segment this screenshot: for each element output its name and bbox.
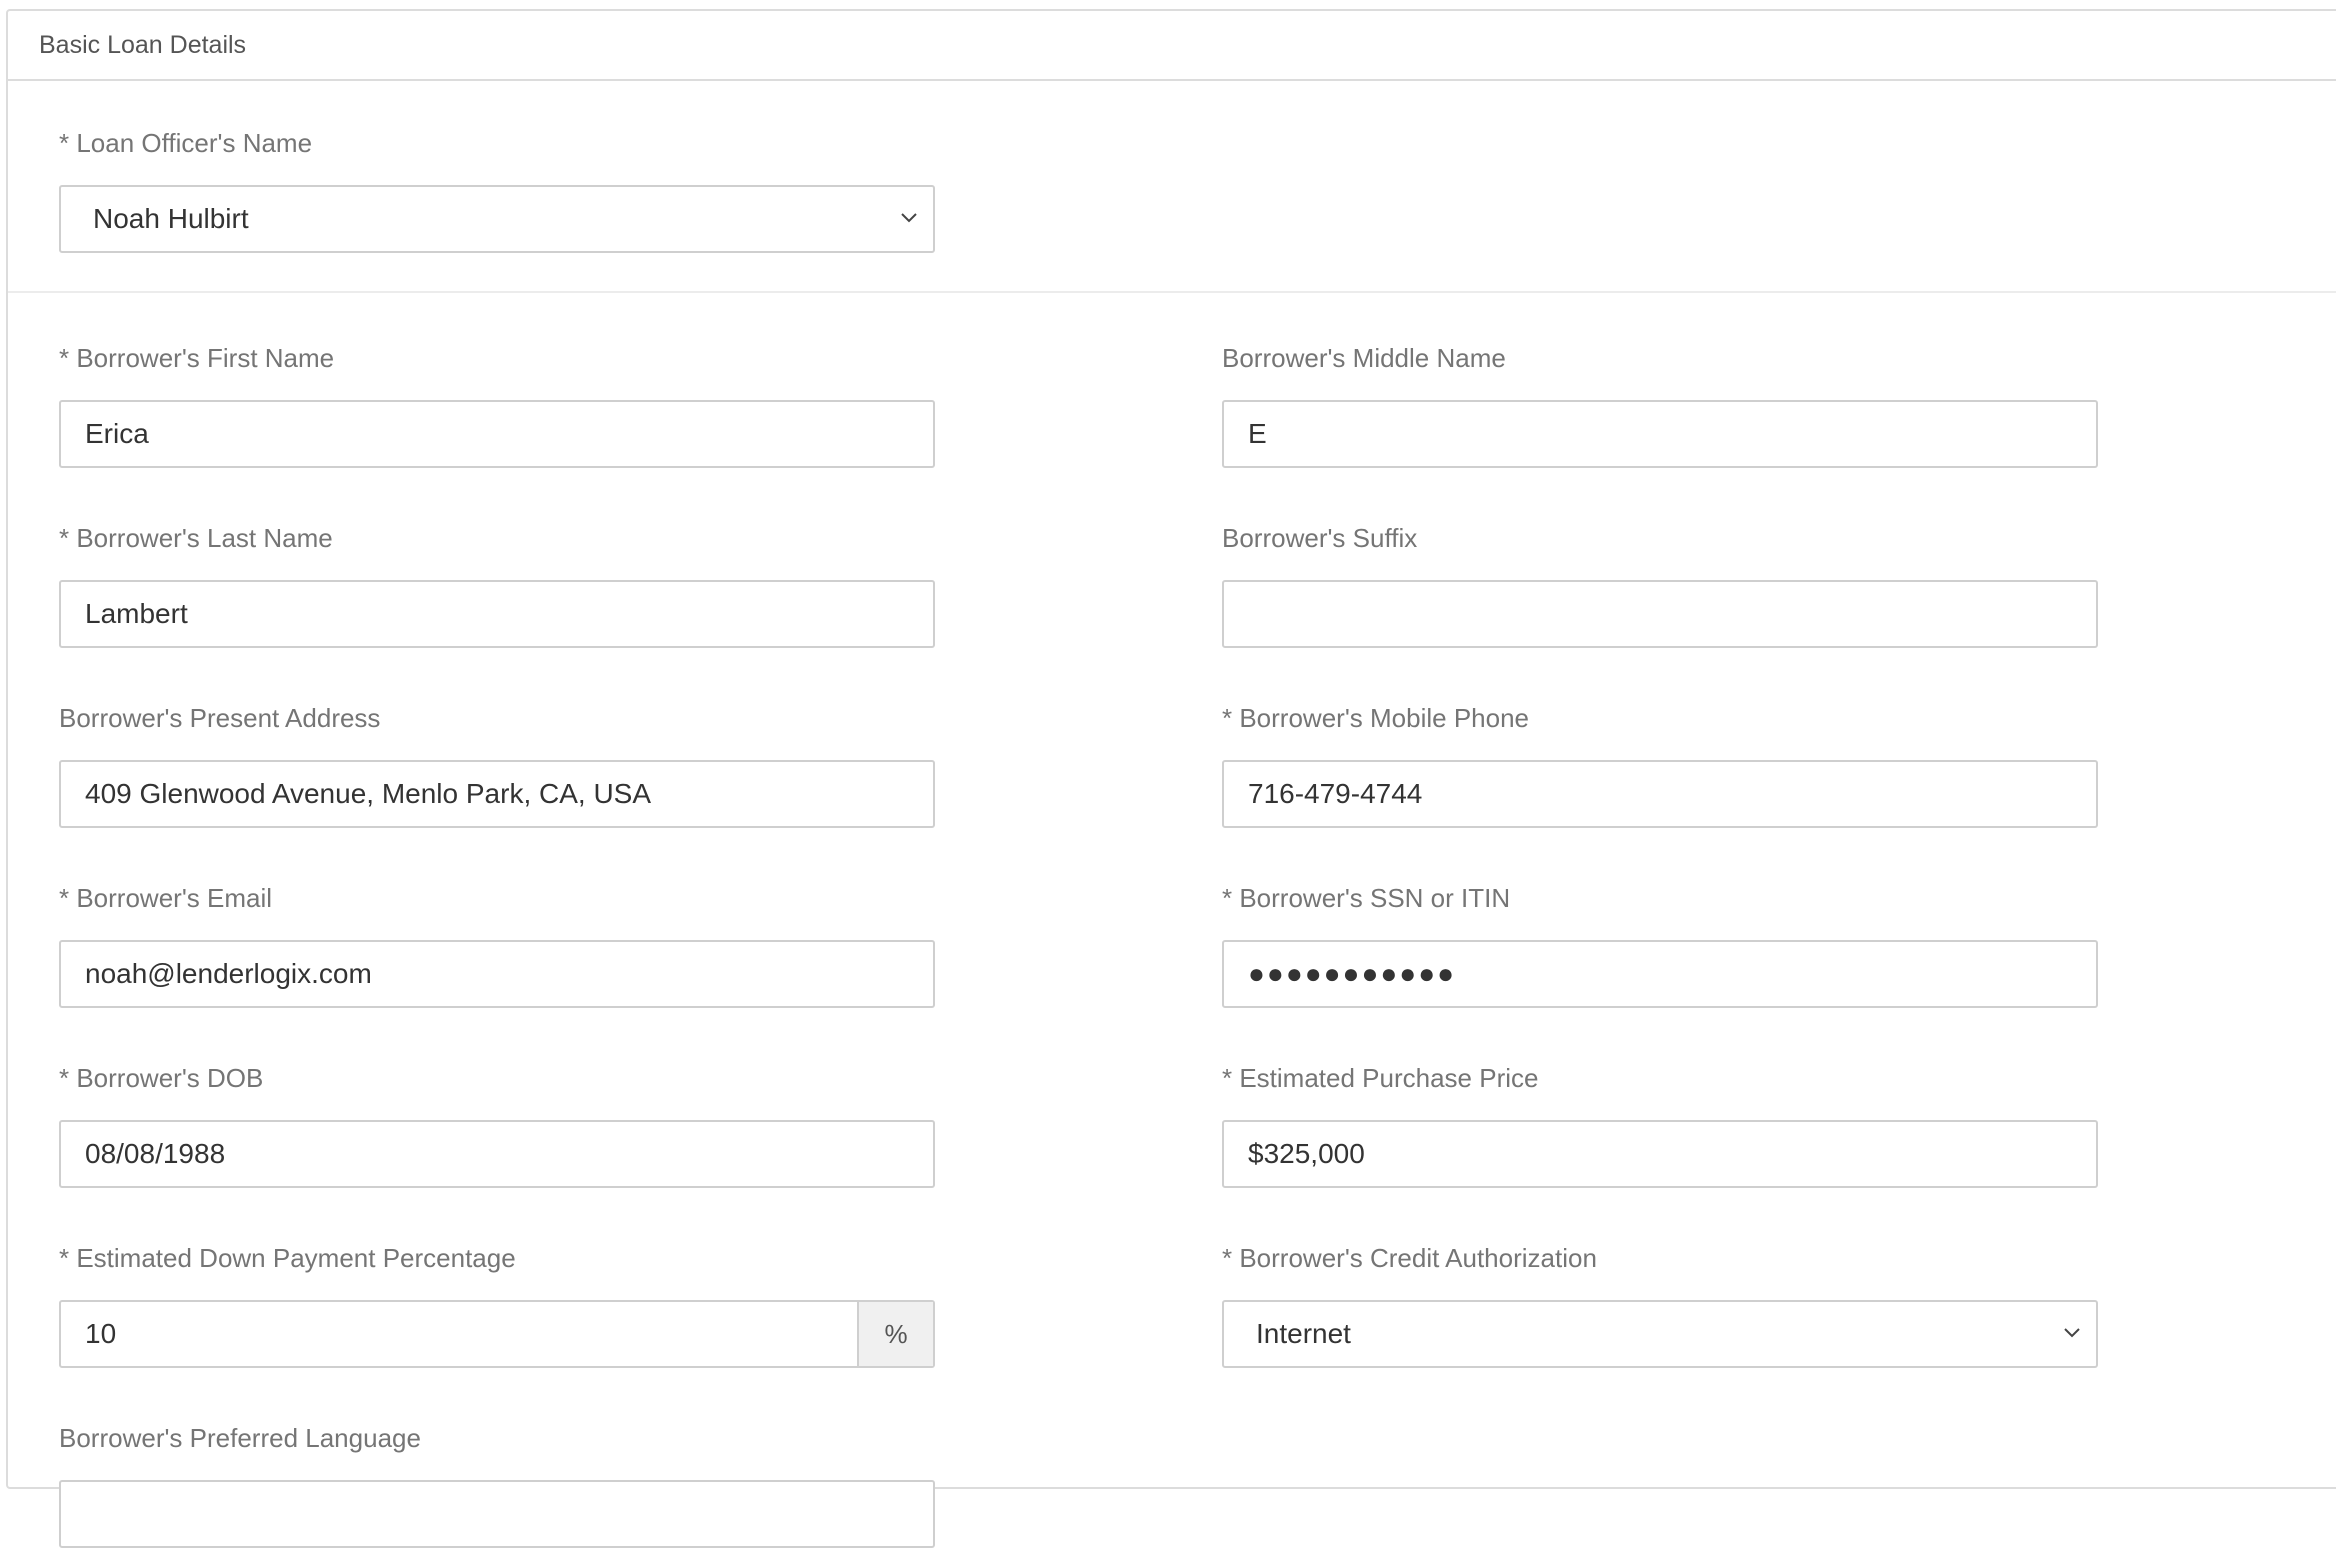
email-label: * Borrower's Email: [59, 883, 273, 913]
purchase-price-control: [1222, 1120, 2098, 1188]
language-label: Borrower's Preferred Language: [59, 1423, 421, 1453]
address-label: Borrower's Present Address: [59, 703, 381, 733]
suffix-field: Borrower's Suffix: [1222, 520, 2098, 648]
dob-input[interactable]: [61, 1122, 933, 1186]
middle-name-field: Borrower's Middle Name: [1222, 340, 2098, 468]
language-field: Borrower's Preferred Language: [59, 1420, 935, 1548]
dob-control: [59, 1120, 935, 1188]
suffix-control: [1222, 580, 2098, 648]
down-payment-control: %: [59, 1300, 935, 1368]
mobile-phone-field: * Borrower's Mobile Phone: [1222, 700, 2098, 828]
address-input[interactable]: [61, 762, 933, 826]
mobile-phone-input[interactable]: [1224, 762, 2096, 826]
email-field: * Borrower's Email: [59, 880, 935, 1008]
mobile-phone-control: [1222, 760, 2098, 828]
chevron-down-icon: [2064, 1328, 2080, 1338]
purchase-price-label: * Estimated Purchase Price: [1222, 1063, 1539, 1093]
suffix-input[interactable]: [1224, 582, 2096, 646]
loan-officer-field: * Loan Officer's Name Noah Hulbirt: [59, 125, 935, 253]
suffix-label: Borrower's Suffix: [1222, 523, 1418, 553]
down-payment-field: * Estimated Down Payment Percentage %: [59, 1240, 935, 1368]
dob-label: * Borrower's DOB: [59, 1063, 264, 1093]
address-field: Borrower's Present Address: [59, 700, 935, 828]
ssn-field: * Borrower's SSN or ITIN: [1222, 880, 2098, 1008]
email-control: [59, 940, 935, 1008]
mobile-phone-label: * Borrower's Mobile Phone: [1222, 703, 1529, 733]
chevron-down-icon: [901, 213, 917, 223]
dob-field: * Borrower's DOB: [59, 1060, 935, 1188]
credit-auth-select[interactable]: Internet: [1222, 1300, 2098, 1368]
email-input[interactable]: [61, 942, 933, 1006]
last-name-control: [59, 580, 935, 648]
first-name-label: * Borrower's First Name: [59, 343, 335, 373]
credit-auth-label: * Borrower's Credit Authorization: [1222, 1243, 1597, 1273]
ssn-label: * Borrower's SSN or ITIN: [1222, 883, 1511, 913]
last-name-label: * Borrower's Last Name: [59, 523, 333, 553]
credit-auth-field: * Borrower's Credit Authorization Intern…: [1222, 1240, 2098, 1368]
percent-addon: %: [857, 1302, 933, 1366]
down-payment-label: * Estimated Down Payment Percentage: [59, 1243, 516, 1273]
first-name-control: [59, 400, 935, 468]
first-name-input[interactable]: [61, 402, 933, 466]
last-name-field: * Borrower's Last Name: [59, 520, 935, 648]
ssn-control: [1222, 940, 2098, 1008]
down-payment-input[interactable]: [61, 1302, 857, 1366]
last-name-input[interactable]: [61, 582, 933, 646]
purchase-price-field: * Estimated Purchase Price: [1222, 1060, 2098, 1188]
loan-officer-section: * Loan Officer's Name Noah Hulbirt: [8, 81, 2336, 293]
language-select[interactable]: [59, 1480, 935, 1548]
down-payment-input-wrap: [61, 1302, 857, 1366]
middle-name-label: Borrower's Middle Name: [1222, 343, 1506, 373]
middle-name-input[interactable]: [1224, 402, 2096, 466]
loan-officer-select[interactable]: Noah Hulbirt: [59, 185, 935, 253]
first-name-field: * Borrower's First Name: [59, 340, 935, 468]
loan-officer-value: Noah Hulbirt: [93, 203, 249, 234]
credit-auth-value: Internet: [1256, 1318, 1351, 1349]
purchase-price-input[interactable]: [1224, 1122, 2096, 1186]
panel-title: Basic Loan Details: [8, 11, 2336, 81]
middle-name-control: [1222, 400, 2098, 468]
ssn-input[interactable]: [1224, 942, 2096, 1006]
address-control: [59, 760, 935, 828]
basic-loan-details-panel: Basic Loan Details * Loan Officer's Name…: [6, 9, 2336, 1548]
loan-officer-label: * Loan Officer's Name: [59, 128, 313, 158]
